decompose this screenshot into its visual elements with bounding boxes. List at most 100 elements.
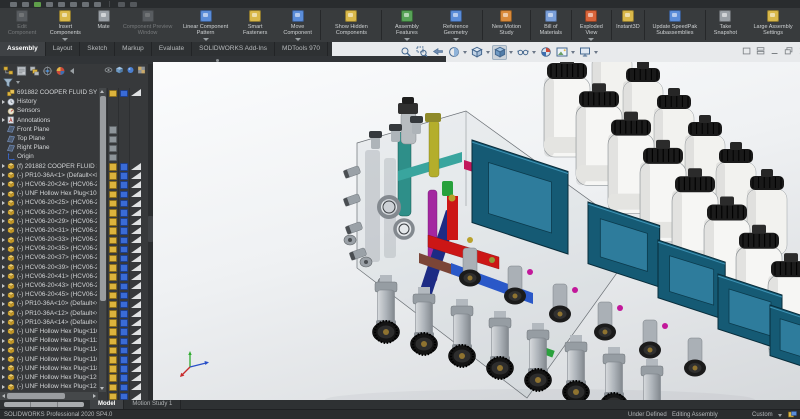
appearance-cell[interactable]: [120, 218, 128, 226]
show-hidden-components-button[interactable]: Show Hidden Components: [322, 8, 380, 42]
transparency-swatch[interactable]: [131, 181, 141, 188]
tree-row-unf-hollow-hex-plug-116[interactable]: (-) UNF Hollow Hex Plug<116> (5: [0, 354, 148, 363]
transparency-swatch[interactable]: [131, 328, 141, 335]
display-mode-cell[interactable]: [109, 218, 117, 226]
transparency-swatch[interactable]: [131, 273, 141, 280]
tab-solidworks-add-ins[interactable]: SOLIDWORKS Add-Ins: [192, 42, 275, 56]
quick-access-icon-4[interactable]: [46, 2, 53, 7]
dropdown-caret-icon[interactable]: [509, 51, 513, 54]
tree-row-unf-hollow-hex-plug-108[interactable]: (-) UNF Hollow Hex Plug<108> (5: [0, 189, 148, 198]
transparency-swatch[interactable]: [131, 365, 141, 372]
restore-button[interactable]: [784, 46, 794, 55]
transparency-swatch[interactable]: [131, 282, 141, 289]
appearance-cell[interactable]: [120, 384, 128, 392]
tree-row-pr10-36a-14-default-d[interactable]: (-) PR10-36A<14> (Default<<Defa: [0, 318, 148, 327]
dropdown-caret-icon[interactable]: [571, 51, 575, 54]
quick-access-icon-7[interactable]: [82, 2, 89, 7]
transparency-swatch[interactable]: [131, 292, 141, 299]
tab-area-splitter[interactable]: [4, 402, 84, 407]
quick-access-icon-2[interactable]: [22, 2, 29, 7]
section-view-icon[interactable]: [446, 45, 461, 60]
take-snapshot-button[interactable]: Take Snapshot: [707, 8, 744, 42]
transparency-swatch[interactable]: [131, 319, 141, 326]
transparency-swatch[interactable]: [131, 227, 141, 234]
scrollbar-thumb[interactable]: [7, 393, 65, 399]
display-mode-cell[interactable]: [109, 237, 117, 245]
smart-fasteners-button[interactable]: Smart Fasteners: [235, 8, 276, 42]
display-mode-cell[interactable]: [109, 90, 117, 98]
tree-row-unf-hollow-hex-plug-112[interactable]: (-) UNF Hollow Hex Plug<112> (5: [0, 336, 148, 345]
transparency-swatch[interactable]: [131, 89, 141, 96]
appearance-cell[interactable]: [120, 328, 128, 336]
tree-row-hcv06-20-29-hcv06-20-0[interactable]: (-) HCV06-20<29> (HCV06-20-0-U: [0, 217, 148, 226]
appearance-cell[interactable]: [120, 90, 128, 98]
graphics-viewport[interactable]: [153, 62, 800, 400]
dropdown-caret-icon[interactable]: [404, 38, 410, 41]
appearance-cell[interactable]: [120, 191, 128, 199]
display-mode-cell[interactable]: [109, 374, 117, 382]
new-motion-study-button[interactable]: New Motion Study: [484, 8, 529, 42]
zoom-to-area-icon[interactable]: [414, 45, 429, 60]
configuration-manager-tab[interactable]: [29, 65, 40, 76]
appearance-cell[interactable]: [120, 264, 128, 272]
appearance-cell[interactable]: [120, 200, 128, 208]
transparency-swatch[interactable]: [131, 190, 141, 197]
exploded-view-button[interactable]: Exploded View: [573, 8, 610, 42]
dropdown-caret-icon[interactable]: [463, 51, 467, 54]
display-mode-cell[interactable]: [109, 328, 117, 336]
quick-access-icon-8[interactable]: [94, 2, 101, 7]
assembly-features-button[interactable]: Assembly Features: [383, 8, 430, 42]
transparency-swatch[interactable]: [131, 374, 141, 381]
transparency-swatch[interactable]: [131, 209, 141, 216]
appearance-cell[interactable]: [120, 246, 128, 254]
appearance-cell[interactable]: [120, 255, 128, 263]
transparency-swatch[interactable]: [131, 163, 141, 170]
feature-manager-tab[interactable]: [3, 65, 14, 76]
dropdown-caret-icon[interactable]: [486, 51, 490, 54]
dp-hide-show-icon[interactable]: [104, 65, 113, 74]
transparency-swatch[interactable]: [131, 236, 141, 243]
scroll-up-arrow-icon[interactable]: [100, 90, 104, 93]
view-orientation-icon[interactable]: [469, 45, 484, 60]
units-dropdown-caret-icon[interactable]: [778, 414, 782, 417]
insert-components-button[interactable]: Insert Components: [42, 8, 89, 42]
appearance-cell[interactable]: [120, 283, 128, 291]
appearance-cell[interactable]: [120, 365, 128, 373]
tree-row-front-plane[interactable]: Front Plane: [0, 125, 148, 134]
dropdown-caret-icon[interactable]: [203, 38, 209, 41]
appearance-cell[interactable]: [120, 227, 128, 235]
display-mode-cell[interactable]: [109, 172, 117, 180]
transparency-swatch[interactable]: [131, 356, 141, 363]
transparency-swatch[interactable]: [131, 200, 141, 207]
display-mode-cell[interactable]: [109, 273, 117, 281]
tree-row-hcv06-20-33-hcv06-20-0[interactable]: (-) HCV06-20<33> (HCV06-20-0-U: [0, 235, 148, 244]
display-mode-cell[interactable]: [109, 136, 117, 144]
quick-access-icon-3[interactable]: [34, 2, 41, 7]
minimize-button[interactable]: [770, 46, 780, 55]
status-tag-icon[interactable]: [788, 411, 797, 418]
new-window-button[interactable]: [742, 46, 752, 55]
dropdown-caret-icon[interactable]: [453, 38, 459, 41]
tab-layout[interactable]: Layout: [46, 42, 81, 56]
apply-scene-icon[interactable]: [554, 45, 569, 60]
appearance-cell[interactable]: [120, 393, 128, 400]
tree-row-hcv06-20-31-hcv06-20-0[interactable]: (-) HCV06-20<31> (HCV06-20-0-U: [0, 226, 148, 235]
hide-show-items-icon[interactable]: [515, 45, 530, 60]
display-mode-cell[interactable]: [109, 283, 117, 291]
zoom-to-fit-icon[interactable]: [398, 45, 413, 60]
mate-button[interactable]: Mate: [89, 8, 119, 42]
appearance-cell[interactable]: [120, 374, 128, 382]
tree-row-hcv06-20-41-hcv06-20-0[interactable]: (-) HCV06-20<41> (HCV06-20-0-U: [0, 272, 148, 281]
tree-row-hcv06-20-24-hcv06-20-0[interactable]: (-) HCV06-20<24> (HCV06-20-0-U: [0, 180, 148, 189]
display-mode-cell[interactable]: [109, 154, 117, 162]
tree-filter-row[interactable]: [0, 77, 148, 88]
bill-of-materials-button[interactable]: Bill of Materials: [532, 8, 570, 42]
tree-row-hcv06-20-37-hcv06-20-0[interactable]: (-) HCV06-20<37> (HCV06-20-0-U: [0, 253, 148, 262]
tree-row-pr10-36a-10-default-d[interactable]: (-) PR10-36A<10> (Default<<Defa: [0, 299, 148, 308]
tree-vertical-scrollbar[interactable]: [99, 88, 106, 392]
appearance-cell[interactable]: [120, 292, 128, 300]
transparency-swatch[interactable]: [131, 255, 141, 262]
3d-model-hydraulic-manifold[interactable]: [153, 62, 800, 400]
display-mode-cell[interactable]: [109, 319, 117, 327]
appearance-cell[interactable]: [120, 356, 128, 364]
